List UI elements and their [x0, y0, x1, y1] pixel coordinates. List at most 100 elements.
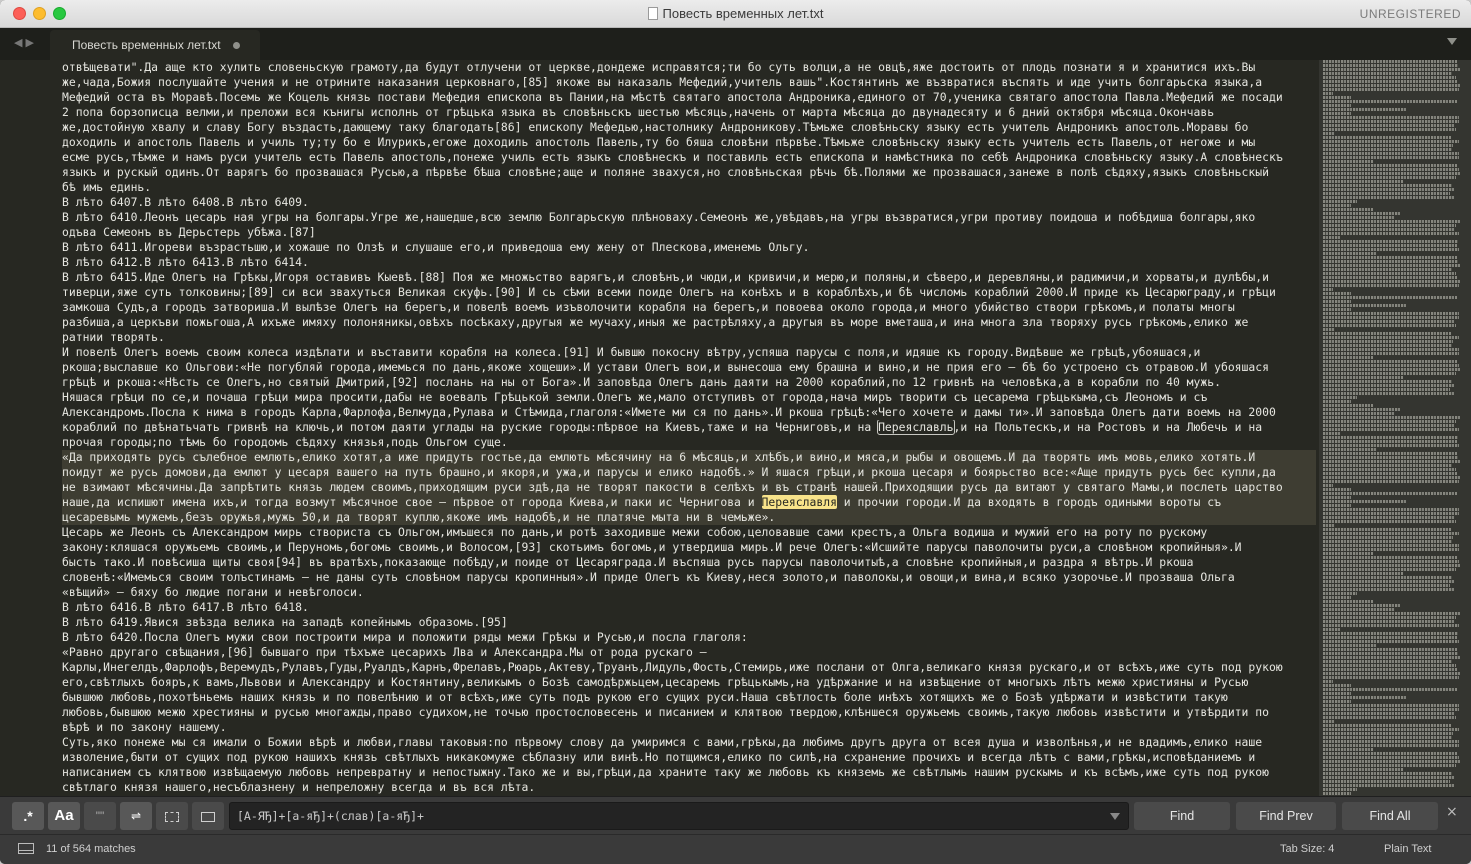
code-text: не взимают мѣсячины.Да запрѣтить князь л… — [62, 480, 1283, 494]
code-text: разбиша,а церкъви пожьгоша,А ихъже имяху… — [62, 315, 1249, 329]
code-line[interactable]: 57«Да приходять русь сълебное емлють,ели… — [62, 450, 1316, 525]
code-text: вѣрѣ и по закону нашему. — [62, 720, 227, 734]
case-sensitive-toggle[interactable]: Aa — [48, 802, 80, 830]
code-text: поидут же русь домови,да емлют у цесаря … — [62, 465, 1276, 479]
code-text: В лѣто 6416.В лѣто 6417.В лѣто 6418. — [62, 600, 309, 614]
tab-label: Повесть временных лет.txt — [72, 38, 221, 52]
code-text: языкъ и рускый одинъ.От варягъ бо прозва… — [62, 165, 1269, 179]
code-text: В лѣто 6415.Иде Олегъ на Грѣкы,Игоря ост… — [62, 270, 1269, 284]
code-line[interactable]: 56Няшася грѣци по се,и почаша грѣци мира… — [62, 390, 1316, 450]
find-history-dropdown-icon[interactable] — [1110, 813, 1120, 820]
code-text: В лѣто 6419.Явися звѣзда велика на запад… — [62, 615, 508, 629]
code-text: В лѣто 6412.В лѣто 6413.В лѣто 6414. — [62, 255, 309, 269]
code-text: кораблий по двѣнатьчать гривнѣ на ключь,… — [62, 420, 1263, 435]
code-text: бысть тако.И повѣсиша щиты своя[94] въ в… — [62, 555, 1194, 569]
code-text: закону:кляшася оружьемь своимь,и Перуном… — [62, 540, 1242, 554]
code-text: И повелѣ Олегъ воемь своим колеса издѣла… — [62, 345, 1201, 359]
tab-nav-arrows-icon[interactable]: ◀▶ — [14, 36, 37, 49]
document-icon — [647, 7, 658, 20]
code-text: тиверци,яже суть толковины;[89] си вси з… — [62, 285, 1276, 299]
close-find-panel-button[interactable]: × — [1446, 804, 1458, 820]
status-bar: 11 of 564 matches Tab Size: 4 Plain Text — [0, 834, 1471, 864]
regex-toggle[interactable]: .* — [12, 802, 44, 830]
find-prev-button[interactable]: Find Prev — [1236, 802, 1336, 830]
code-text: написанием съ клятвою извѣщаемую любовь … — [62, 765, 1269, 779]
code-text: Карлы,Инегелдъ,Фарлофъ,Веремудъ,Рулавъ,Г… — [62, 660, 1283, 674]
code-line[interactable]: 55И повелѣ Олегъ воемь своим колеса издѣ… — [62, 345, 1316, 390]
code-text: прочая городы;по тѣмь бо городомь сѣдяху… — [62, 435, 508, 449]
unregistered-label: UNREGISTERED — [1359, 7, 1461, 21]
code-line[interactable]: 61В лѣто 6420.Посла Олегъ мужи свои пост… — [62, 630, 1316, 645]
code-text: же,чада,Божия послушайте учения и не отр… — [62, 75, 1263, 89]
code-line[interactable]: 60В лѣто 6419.Явися звѣзда велика на зап… — [62, 615, 1316, 630]
code-text: «Да приходять русь сълебное емлють,елико… — [62, 450, 1256, 464]
code-line[interactable]: 52В лѣто 6411.Игореви възрастьшю,и хожаш… — [62, 240, 1316, 255]
tab-size-selector[interactable]: Tab Size: 4 — [1280, 843, 1334, 855]
panel-toggle-icon[interactable] — [18, 843, 34, 854]
code-text: его,свѣтлыхъ бояръ,к вамъ,Львови и Алекс… — [62, 675, 1249, 689]
code-text: изволение,быти от сущих под рукою нашихъ… — [62, 750, 1256, 764]
code-text: В лѣто 6410.Леонъ цесарь ная угры на бол… — [62, 210, 1256, 224]
find-panel: .* Aa "" ⇌ [А-ЯЂ]+[а-яЂ]+(слав)[а-яЂ]+ F… — [0, 796, 1471, 834]
code-view[interactable]: отвѣщевати".Да аще кто хулить словеньску… — [62, 60, 1316, 796]
find-query: [А-ЯЂ]+[а-яЂ]+(слав)[а-яЂ]+ — [237, 809, 424, 823]
code-text: «Равно другаго свѣщания,[96] бывшаго при… — [62, 645, 707, 659]
code-text: 2 попа борзописца велми,и преложи вся къ… — [62, 105, 1215, 119]
code-text: Мефедий оста въ Моравѣ.Посемь же Коцель … — [62, 90, 1283, 104]
highlight-matches-icon — [201, 811, 215, 822]
code-line[interactable]: 51В лѣто 6410.Леонъ цесарь ная угры на б… — [62, 210, 1316, 240]
in-selection-icon — [165, 811, 179, 822]
window-title: Повесть временных лет.txt — [0, 6, 1471, 21]
minimap[interactable] — [1319, 60, 1471, 796]
code-text: грѣцѣ и ркоша:«Нѣсть се Олегъ,но святый … — [62, 375, 1221, 389]
editor-window: Повесть временных лет.txt UNREGISTERED ◀… — [0, 0, 1471, 864]
code-text: ркоша;выславше ко Ольгови:«Не погубляй г… — [62, 360, 1269, 374]
tab-dropdown-icon[interactable] — [1447, 38, 1457, 45]
code-text: бѣ имь единь. — [62, 180, 152, 194]
code-text: Няшася грѣци по се,и почаша грѣци мира п… — [62, 390, 1208, 404]
code-text: цесаревымь мужемь,безъ оружья,мужь 50,и … — [62, 510, 776, 524]
search-match: Переяславль — [877, 420, 955, 435]
code-text: словенѣ:«Имемься своим толъстинамь — не … — [62, 570, 1235, 584]
syntax-selector[interactable]: Plain Text — [1384, 843, 1432, 855]
editor-area[interactable]: отвѣщевати".Да аще кто хулить словеньску… — [0, 60, 1471, 796]
code-text: же,достойную хвалу и славу Богу въздасть… — [62, 120, 1249, 134]
code-text: доходиль и апостоль Павель и училь ту;ту… — [62, 135, 1256, 149]
unsaved-dot-icon[interactable] — [233, 42, 240, 49]
code-text: Суть,яко понеже мы ся имали о Божии вѣрѣ… — [62, 735, 1263, 749]
tab-active-file[interactable]: Повесть временных лет.txt — [50, 30, 260, 60]
code-line[interactable]: 59В лѣто 6416.В лѣто 6417.В лѣто 6418. — [62, 600, 1316, 615]
code-text: замкоша Судъ,а городъ затвориша.И вылѣзе… — [62, 300, 1235, 314]
search-match-selected: Переяславля — [761, 495, 837, 509]
wrap-toggle[interactable]: ⇌ — [120, 802, 152, 830]
highlight-matches-toggle[interactable] — [192, 802, 224, 830]
minimap-viewport[interactable] — [1319, 60, 1471, 796]
tab-bar: ◀▶ Повесть временных лет.txt — [0, 28, 1471, 60]
code-line[interactable]: 53В лѣто 6412.В лѣто 6413.В лѣто 6414. — [62, 255, 1316, 270]
code-text: есме русь,тѣмже и намъ руси учитель есть… — [62, 150, 1283, 164]
code-text: Александромъ.Посла к нима в городъ Карла… — [62, 405, 1276, 419]
code-line[interactable]: отвѣщевати".Да аще кто хулить словеньску… — [62, 60, 1316, 195]
code-text: В лѣто 6411.Игореви възрастьшю,и хожаше … — [62, 240, 810, 254]
code-line[interactable]: 58Цесарь же Леонъ съ Александром мирь ст… — [62, 525, 1316, 600]
whole-word-toggle[interactable]: "" — [84, 802, 116, 830]
code-text: бывшюю любовь,похотѣньемь наших князь и … — [62, 690, 1228, 704]
code-text: одъва Семеонъ въ Дерьстерь убѣжа.[87] — [62, 225, 316, 239]
find-button[interactable]: Find — [1134, 802, 1230, 830]
code-line[interactable]: 62«Равно другаго свѣщания,[96] бывшаго п… — [62, 645, 1316, 735]
code-line[interactable]: 50В лѣто 6407.В лѣто 6408.В лѣто 6409. — [62, 195, 1316, 210]
title-bar: Повесть временных лет.txt UNREGISTERED — [0, 0, 1471, 28]
code-line[interactable]: 54В лѣто 6415.Иде Олегъ на Грѣкы,Игоря о… — [62, 270, 1316, 345]
code-text: Цесарь же Леонъ съ Александром мирь ство… — [62, 525, 1208, 539]
code-text: отвѣщевати".Да аще кто хулить словеньску… — [62, 60, 1256, 74]
code-text: «вѣщий» — бяху бо людие погани и невѣгол… — [62, 585, 364, 599]
code-line[interactable]: 63Суть,яко понеже мы ся имали о Божии вѣ… — [62, 735, 1316, 795]
find-input[interactable]: [А-ЯЂ]+[а-яЂ]+(слав)[а-яЂ]+ — [229, 802, 1129, 830]
code-text: наше,да испишют имена ихъ,и тогда возмут… — [62, 495, 1221, 509]
find-all-button[interactable]: Find All — [1342, 802, 1438, 830]
code-text: свѣтлаго князя нашего,несъблазнену и неп… — [62, 780, 536, 794]
in-selection-toggle[interactable] — [156, 802, 188, 830]
code-text: любовь,бывшюю межю хрестияны и русью мно… — [62, 705, 1269, 719]
code-text: В лѣто 6407.В лѣто 6408.В лѣто 6409. — [62, 195, 309, 209]
code-text: В лѣто 6420.Посла Олегъ мужи свои постро… — [62, 630, 748, 644]
